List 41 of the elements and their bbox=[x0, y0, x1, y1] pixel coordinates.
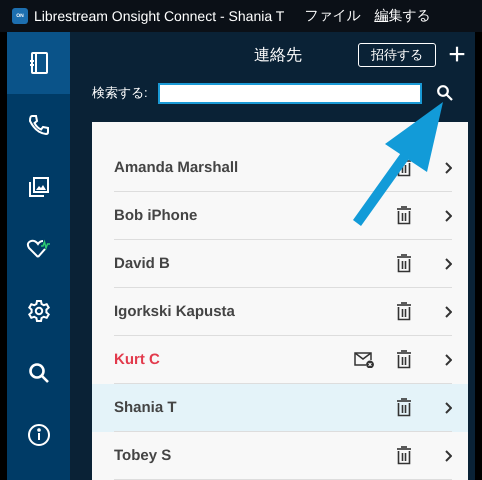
window-title: Librestream Onsight Connect - Shania T bbox=[34, 8, 284, 24]
contact-name: Amanda Marshall bbox=[114, 159, 240, 176]
chevron-right-icon[interactable] bbox=[444, 450, 452, 462]
address-book-icon bbox=[28, 51, 50, 75]
page-title: 連絡先 bbox=[254, 46, 302, 66]
contact-row[interactable]: Igorkski Kapusta bbox=[92, 288, 468, 336]
invite-button[interactable]: 招待する bbox=[358, 43, 436, 67]
gallery-icon bbox=[26, 175, 50, 199]
contact-row[interactable]: David B bbox=[92, 240, 468, 288]
menu-item[interactable]: ファイル bbox=[304, 7, 360, 25]
search-icon[interactable] bbox=[436, 84, 454, 102]
add-button[interactable]: + bbox=[446, 43, 468, 67]
contact-row[interactable]: Shania T bbox=[92, 384, 468, 432]
contact-row[interactable]: Tobey S bbox=[92, 432, 468, 480]
contact-name: Tobey S bbox=[114, 447, 172, 464]
trash-icon[interactable] bbox=[396, 206, 412, 225]
trash-icon[interactable] bbox=[396, 350, 412, 369]
contact-name: Shania T bbox=[114, 399, 178, 416]
mail-error-icon bbox=[354, 352, 374, 368]
trash-icon[interactable] bbox=[396, 398, 412, 417]
trash-icon[interactable] bbox=[396, 254, 412, 273]
contact-name: Kurt C bbox=[114, 351, 161, 368]
trash-icon[interactable] bbox=[396, 302, 412, 321]
search-icon bbox=[26, 361, 50, 385]
chevron-right-icon[interactable] bbox=[444, 306, 452, 318]
trash-icon[interactable] bbox=[396, 446, 412, 465]
search-field[interactable] bbox=[158, 82, 422, 104]
search-label: 検索する: bbox=[92, 84, 148, 102]
info-icon bbox=[26, 423, 50, 447]
chevron-right-icon[interactable] bbox=[444, 402, 452, 414]
contact-name: David B bbox=[114, 255, 171, 272]
menu-item[interactable]: 編集する bbox=[374, 7, 430, 25]
chevron-right-icon[interactable] bbox=[444, 162, 452, 174]
contact-name: Igorkski Kapusta bbox=[114, 303, 236, 320]
sidebar-item[interactable] bbox=[7, 32, 70, 94]
chevron-right-icon[interactable] bbox=[444, 210, 452, 222]
chevron-right-icon[interactable] bbox=[444, 258, 452, 270]
phone-icon bbox=[26, 113, 50, 137]
settings-icon bbox=[26, 299, 50, 323]
contact-name: Bob iPhone bbox=[114, 207, 198, 224]
chevron-right-icon[interactable] bbox=[444, 354, 452, 366]
